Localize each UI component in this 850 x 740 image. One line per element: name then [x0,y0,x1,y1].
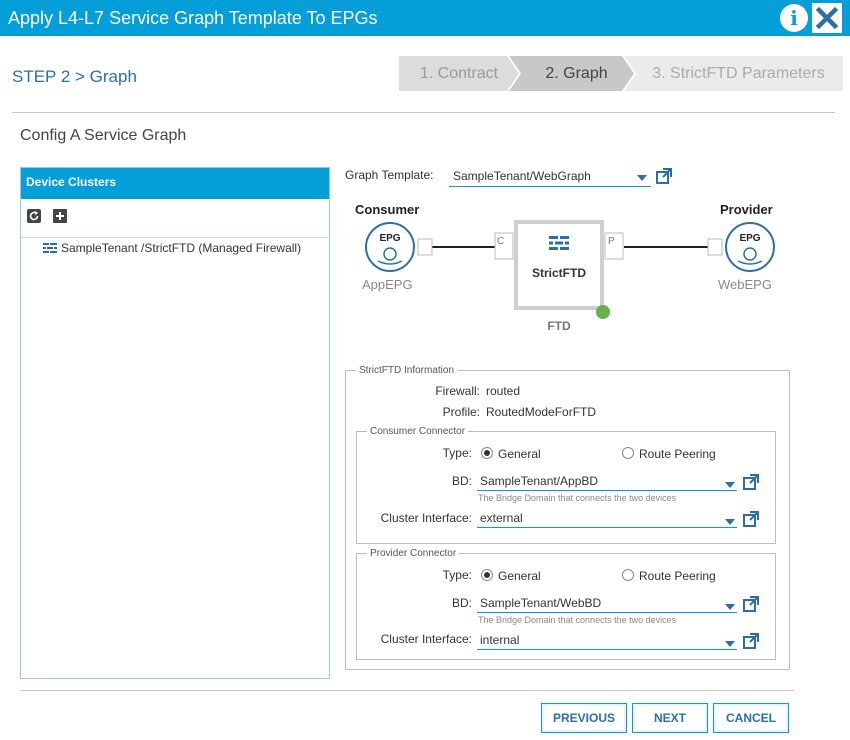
bd-select[interactable]: SampleTenant/AppBD [477,473,737,491]
bd-hint: The Bridge Domain that connects the two … [478,493,677,503]
plus-icon[interactable] [53,208,68,223]
consumer-epg-name: AppEPG [362,277,413,292]
previous-button[interactable]: PREVIOUS [541,703,627,733]
graph-template-label: Graph Template: [345,168,434,182]
cluster-interface-value: external [480,511,523,525]
divider [21,237,329,238]
provider-label: Provider [720,202,773,217]
provider-epg-name: WebEPG [718,277,772,292]
firewall-label: Firewall: [435,384,480,398]
graph-canvas: Consumer Provider EPG AppEPG EPG WebEPG … [340,195,790,340]
epg-badge: EPG [379,233,401,244]
profile-value: RoutedModeForFTD [486,405,597,419]
info-legend: StrictFTD Information [359,365,455,376]
type-label: Type: [442,568,472,582]
bd-label: BD: [451,596,472,610]
bd-hint: The Bridge Domain that connects the two … [478,615,677,625]
graph-template-value: SampleTenant/WebGraph [453,169,591,183]
wizard-step-parameters[interactable]: 3. StrictFTD Parameters [634,56,843,91]
wizard-step-contract[interactable]: 1. Contract [399,56,519,91]
chevron-down-icon [637,175,647,181]
cluster-interface-label: Cluster Interface: [380,511,472,525]
bd-label: BD: [451,474,472,488]
service-node-name: FTD [547,319,571,333]
external-link-icon[interactable] [743,633,759,649]
consumer-connector-legend: Consumer Connector [370,426,466,437]
chevron-down-icon [725,641,735,647]
provider-epg-node[interactable]: EPG [724,221,776,273]
external-link-icon[interactable] [743,596,759,612]
epg-icon [725,222,775,272]
epg-icon [365,222,415,272]
profile-label: Profile: [442,405,480,419]
port-provider-label: P [608,236,615,247]
divider [12,112,835,113]
window-title: Apply L4-L7 Service Graph Template To EP… [8,8,378,28]
cluster-interface-value: internal [480,633,520,647]
service-node-label: StrictFTD [532,266,586,280]
next-button[interactable]: NEXT [632,703,708,733]
bd-value: SampleTenant/AppBD [480,474,599,488]
radio-route-peering[interactable] [622,447,634,459]
chevron-down-icon [725,482,735,488]
port-consumer-label: C [497,236,505,247]
cancel-button[interactable]: CANCEL [713,703,789,733]
cluster-interface-select[interactable]: internal [477,632,737,650]
radio-general[interactable] [481,447,493,459]
device-clusters-toolbar [27,207,75,225]
device-cluster-item[interactable]: SampleTenant /StrictFTD (Managed Firewal… [43,241,301,255]
step-title: STEP 2 > Graph [12,67,137,86]
bd-select[interactable]: SampleTenant/WebBD [477,595,737,613]
external-link-icon[interactable] [656,168,672,184]
cluster-interface-label: Cluster Interface: [380,632,472,646]
firewall-value: routed [486,384,521,398]
title-bar: Apply L4-L7 Service Graph Template To EP… [0,0,850,36]
consumer-epg-node[interactable]: EPG [364,221,416,273]
chevron-down-icon [725,604,735,610]
device-clusters-panel: Device Clusters SampleTenant /StrictFTD … [20,167,330,679]
external-link-icon[interactable] [743,474,759,490]
radio-route-peering-label: Route Peering [639,447,716,461]
cluster-interface-select[interactable]: external [477,510,737,528]
radio-general-label: General [498,569,541,583]
wizard-step-graph[interactable]: 2. Graph [519,56,634,91]
type-label: Type: [442,446,472,460]
external-link-icon[interactable] [743,511,759,527]
chevron-down-icon [725,519,735,525]
service-node-ftd[interactable]: StrictFTD [514,220,604,310]
provider-connector-legend: Provider Connector [370,548,457,559]
firewall-icon [549,236,569,250]
radio-general-label: General [498,447,541,461]
bd-value: SampleTenant/WebBD [480,596,602,610]
epg-badge: EPG [739,233,761,244]
radio-route-peering[interactable] [622,569,634,581]
section-title: Config A Service Graph [20,127,187,144]
refresh-icon[interactable] [27,208,41,223]
device-clusters-header: Device Clusters [21,168,329,199]
wizard-steps: 1. Contract 2. Graph 3. StrictFTD Parame… [399,56,843,91]
graph-template-select[interactable]: SampleTenant/WebGraph [449,165,651,187]
info-icon[interactable]: i [780,4,808,32]
divider [20,690,794,691]
radio-route-peering-label: Route Peering [639,569,716,583]
device-cluster-label: SampleTenant /StrictFTD (Managed Firewal… [61,241,302,255]
close-icon[interactable] [812,3,842,33]
firewall-icon [43,242,57,253]
radio-general[interactable] [481,569,493,581]
consumer-label: Consumer [355,202,420,217]
status-dot [596,305,610,319]
